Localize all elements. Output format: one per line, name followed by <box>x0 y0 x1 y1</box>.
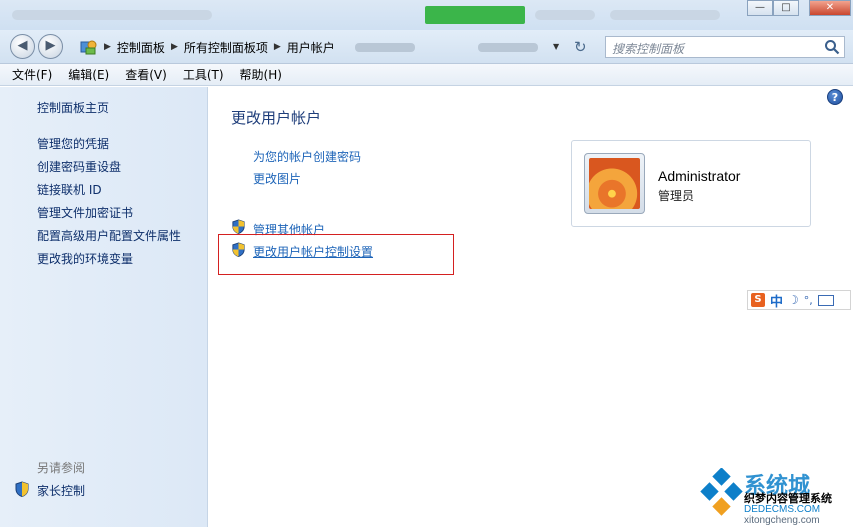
punctuation-icon[interactable]: °, <box>804 294 813 307</box>
sidebar-item-control-panel-home[interactable]: 控制面板主页 <box>37 99 109 116</box>
chevron-right-icon[interactable]: ▶ <box>169 42 180 52</box>
blurred-title <box>12 10 212 20</box>
chevron-right-icon[interactable]: ▶ <box>272 42 283 52</box>
sidebar-item-manage-credentials[interactable]: 管理您的凭据 <box>37 135 109 152</box>
sidebar-item-password-reset-disk[interactable]: 创建密码重设盘 <box>37 158 121 175</box>
browser-badge <box>425 6 525 24</box>
avatar-frame[interactable] <box>584 153 645 214</box>
menu-bar: 文件(F) 编辑(E) 查看(V) 工具(T) 帮助(H) <box>0 64 853 86</box>
create-password-link[interactable]: 为您的帐户创建密码 <box>253 148 361 165</box>
menu-edit[interactable]: 编辑(E) <box>68 66 109 83</box>
blurred-tab <box>535 10 595 20</box>
chevron-right-icon[interactable]: ▶ <box>102 42 113 52</box>
page-title: 更改用户帐户 <box>231 109 322 127</box>
window-title-bar: — □ ✕ <box>0 0 853 30</box>
ime-language-toggle[interactable]: 中 <box>770 291 783 310</box>
forward-button[interactable]: ▶ <box>38 34 63 59</box>
back-button[interactable]: ◀ <box>10 34 35 59</box>
control-panel-icon <box>80 40 97 55</box>
user-name: Administrator <box>658 168 741 184</box>
search-input[interactable]: 搜索控制面板 <box>605 36 845 58</box>
arrow-left-icon: ◀ <box>17 38 28 53</box>
user-account-card: Administrator 管理员 <box>571 140 811 227</box>
ime-toolbar[interactable]: S 中 ☽ °, <box>747 290 851 310</box>
history-dropdown[interactable]: ▼ <box>553 42 559 51</box>
sidebar-item-parental-controls[interactable]: 家长控制 <box>37 482 85 499</box>
user-role: 管理员 <box>658 189 695 203</box>
sidebar-item-env-variables[interactable]: 更改我的环境变量 <box>37 250 133 267</box>
maximize-button[interactable]: □ <box>773 0 799 16</box>
breadcrumb-user-accounts[interactable]: 用户帐户 <box>283 39 339 56</box>
left-task-pane: 控制面板主页 管理您的凭据 创建密码重设盘 链接联机 ID 管理文件加密证书 配… <box>0 87 208 527</box>
address-bar: ◀ ▶ ▶ 控制面板 ▶ 所有控制面板项 ▶ 用户帐户 ▼ ↻ 搜索控制面板 <box>0 30 853 64</box>
sidebar-item-advanced-profile[interactable]: 配置高级用户配置文件属性 <box>37 227 181 244</box>
menu-help[interactable]: 帮助(H) <box>240 66 282 83</box>
search-icon[interactable] <box>824 39 840 55</box>
help-icon[interactable]: ? <box>827 89 843 105</box>
sidebar-item-encryption-certs[interactable]: 管理文件加密证书 <box>37 204 133 221</box>
see-also-heading: 另请参阅 <box>37 461 86 475</box>
watermark: 系统城 织梦内容管理系统 DEDECMS.COM xitongcheng.com <box>700 467 853 527</box>
blurred-tab <box>610 10 720 20</box>
search-placeholder: 搜索控制面板 <box>612 42 685 56</box>
minimize-button[interactable]: — <box>747 0 773 16</box>
sogou-logo-icon[interactable]: S <box>751 293 765 307</box>
refresh-icon[interactable]: ↻ <box>574 38 587 56</box>
breadcrumb-control-panel[interactable]: 控制面板 <box>113 39 169 56</box>
sidebar-item-link-online-id[interactable]: 链接联机 ID <box>37 181 102 198</box>
watermark-site: DEDECMS.COM <box>744 504 821 515</box>
shield-icon <box>15 481 29 497</box>
blurred-toolbar <box>355 43 415 52</box>
highlight-box <box>218 234 454 275</box>
watermark-logo-icon <box>700 467 743 516</box>
breadcrumb-all-items[interactable]: 所有控制面板项 <box>180 39 272 56</box>
menu-view[interactable]: 查看(V) <box>125 66 167 83</box>
avatar <box>589 158 640 209</box>
arrow-right-icon: ▶ <box>45 38 56 53</box>
blurred-toolbar <box>478 43 538 52</box>
change-picture-link[interactable]: 更改图片 <box>253 170 301 187</box>
menu-file[interactable]: 文件(F) <box>12 66 52 83</box>
keyboard-icon[interactable] <box>817 294 834 306</box>
close-button[interactable]: ✕ <box>809 0 851 16</box>
half-width-icon[interactable]: ☽ <box>788 293 799 307</box>
watermark-url: xitongcheng.com <box>744 515 820 526</box>
menu-tools[interactable]: 工具(T) <box>183 66 224 83</box>
uac-shield-icon <box>232 219 245 234</box>
